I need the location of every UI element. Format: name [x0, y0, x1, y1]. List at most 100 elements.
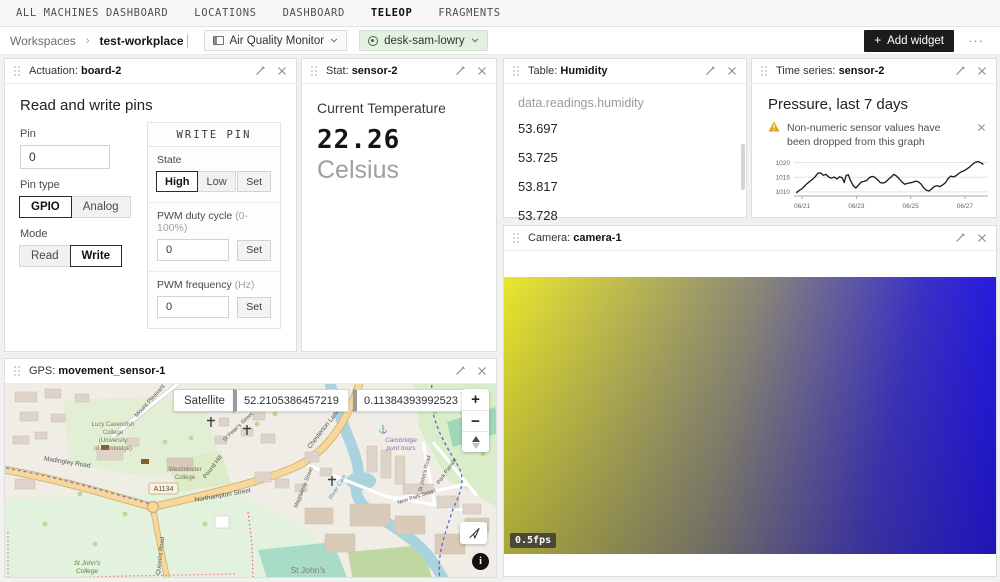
- svg-text:⚓: ⚓: [378, 424, 388, 434]
- pwm-duty-section: PWM duty cycle (0-100%) Set: [148, 202, 280, 271]
- close-icon[interactable]: [477, 66, 487, 76]
- add-widget-button[interactable]: + Add widget: [864, 30, 954, 52]
- close-icon[interactable]: [977, 66, 987, 76]
- drag-handle-icon[interactable]: [14, 366, 20, 376]
- edit-pencil-icon[interactable]: [704, 65, 716, 77]
- breadcrumb-current-workspace[interactable]: test-workplace: [99, 34, 187, 48]
- pwm-freq-set-button[interactable]: Set: [237, 297, 271, 318]
- machine-icon: [368, 36, 378, 46]
- satellite-toggle-button[interactable]: Satellite: [173, 389, 236, 412]
- pwm-duty-input[interactable]: [157, 239, 229, 261]
- locate-me-button[interactable]: [460, 522, 487, 544]
- machine-dropdown[interactable]: desk-sam-lowry: [359, 30, 488, 51]
- widget-header: Camera: camera-1: [504, 226, 996, 251]
- drag-handle-icon[interactable]: [513, 233, 519, 243]
- dashboard-canvas: Actuation: board-2 Read and write pins P…: [0, 55, 1000, 582]
- close-icon[interactable]: [977, 233, 987, 243]
- table-row: 53.697: [504, 112, 746, 141]
- dismiss-warning-icon[interactable]: [977, 123, 986, 132]
- widget-title: Stat: sensor-2: [326, 65, 398, 77]
- latitude-input[interactable]: [233, 389, 349, 412]
- widget-stat: Stat: sensor-2 Current Temperature 22.26…: [301, 58, 497, 352]
- state-low-button[interactable]: Low: [197, 171, 235, 192]
- pwm-duty-set-button[interactable]: Set: [237, 240, 271, 261]
- map-info-button[interactable]: i: [472, 553, 489, 570]
- close-icon[interactable]: [727, 66, 737, 76]
- svg-text:Cambridge: Cambridge: [385, 437, 417, 444]
- table-scrollbar[interactable]: [741, 144, 745, 190]
- nav-all-machines-dashboard[interactable]: ALL MACHINES DASHBOARD: [16, 7, 168, 19]
- drag-handle-icon[interactable]: [14, 66, 20, 76]
- workspace-icon: [213, 36, 224, 45]
- widget-gps: GPS: movement_sensor-1: [4, 358, 497, 578]
- close-icon[interactable]: [477, 366, 487, 376]
- table-row: 53.725: [504, 141, 746, 170]
- stat-value: 22.26 Celsius: [317, 125, 481, 185]
- nav-locations[interactable]: LOCATIONS: [194, 7, 256, 19]
- top-nav: ALL MACHINES DASHBOARD LOCATIONS DASHBOA…: [0, 0, 1000, 27]
- state-set-button[interactable]: Set: [237, 171, 271, 192]
- zoom-in-button[interactable]: +: [462, 389, 489, 410]
- widget-title: Camera: camera-1: [528, 232, 622, 244]
- pwm-freq-input[interactable]: [157, 296, 229, 318]
- edit-pencil-icon[interactable]: [454, 65, 466, 77]
- edit-pencil-icon[interactable]: [954, 232, 966, 244]
- edit-pencil-icon[interactable]: [454, 365, 466, 377]
- workspace-dropdown-label: Air Quality Monitor: [230, 35, 325, 47]
- edit-pencil-icon[interactable]: [954, 65, 966, 77]
- pin-type-analog-button[interactable]: Analog: [71, 196, 131, 218]
- widget-title: Table: Humidity: [528, 65, 607, 77]
- map-zoom-controls: + −: [462, 389, 489, 452]
- nav-dashboard[interactable]: DASHBOARD: [283, 7, 345, 19]
- svg-text:Lucy Cavendish: Lucy Cavendish: [92, 422, 135, 428]
- chevron-down-icon: [330, 38, 338, 43]
- svg-text:(University: (University: [99, 438, 127, 444]
- table-row: 53.817: [504, 170, 746, 199]
- svg-text:St John's: St John's: [291, 565, 326, 575]
- widget-header: Stat: sensor-2: [302, 59, 496, 84]
- edit-pencil-icon[interactable]: [254, 65, 266, 77]
- more-menu-button[interactable]: ···: [962, 33, 990, 48]
- chevron-down-icon: [471, 38, 479, 43]
- mode-read-button[interactable]: Read: [19, 245, 71, 267]
- toolbar: Workspaces › test-workplace Air Quality …: [0, 27, 1000, 55]
- widget-header: Time series: sensor-2: [752, 59, 996, 84]
- nav-fragments[interactable]: FRAGMENTS: [438, 7, 500, 19]
- workspace-dropdown[interactable]: Air Quality Monitor: [204, 30, 348, 51]
- map-canvas[interactable]: A1134 Madingley RoadNorthampton StreetCh…: [5, 384, 496, 577]
- drag-handle-icon[interactable]: [513, 66, 519, 76]
- chart-title: Pressure, last 7 days: [752, 84, 996, 113]
- nav-teleop[interactable]: TELEOP: [371, 7, 413, 19]
- state-high-button[interactable]: High: [156, 171, 198, 192]
- pin-input[interactable]: [20, 145, 110, 169]
- widget-actuation: Actuation: board-2 Read and write pins P…: [4, 58, 297, 352]
- warning-text: Non-numeric sensor values have been drop…: [787, 121, 955, 149]
- svg-text:06/21: 06/21: [794, 203, 811, 210]
- svg-text:College: College: [175, 475, 196, 481]
- mode-write-button[interactable]: Write: [70, 245, 123, 267]
- drag-handle-icon[interactable]: [311, 66, 317, 76]
- state-section: State High Low Set: [148, 147, 280, 202]
- widget-header: Actuation: board-2: [5, 59, 296, 84]
- widget-camera: Camera: camera-1 0.5fps: [503, 225, 997, 577]
- widget-title: GPS: movement_sensor-1: [29, 365, 165, 377]
- svg-text:A1134: A1134: [154, 486, 174, 493]
- svg-text:College: College: [103, 430, 124, 436]
- state-segmented-control: High Low: [157, 171, 236, 192]
- widget-title: Actuation: board-2: [29, 65, 121, 77]
- svg-text:1010: 1010: [776, 190, 791, 197]
- drag-handle-icon[interactable]: [761, 66, 767, 76]
- plus-icon: +: [874, 35, 881, 47]
- svg-text:06/23: 06/23: [848, 203, 865, 210]
- pwm-freq-section: PWM frequency (Hz) Set: [148, 271, 280, 328]
- breadcrumb-workspaces[interactable]: Workspaces: [10, 34, 76, 48]
- state-label: State: [157, 154, 271, 166]
- widget-title: Time series: sensor-2: [776, 65, 884, 77]
- close-icon[interactable]: [277, 66, 287, 76]
- longitude-input[interactable]: [353, 389, 466, 412]
- pin-type-gpio-button[interactable]: GPIO: [19, 196, 72, 218]
- svg-text:punt tours: punt tours: [386, 445, 417, 452]
- stat-label: Current Temperature: [317, 100, 481, 116]
- compass-reset-button[interactable]: [462, 431, 489, 452]
- zoom-out-button[interactable]: −: [462, 410, 489, 431]
